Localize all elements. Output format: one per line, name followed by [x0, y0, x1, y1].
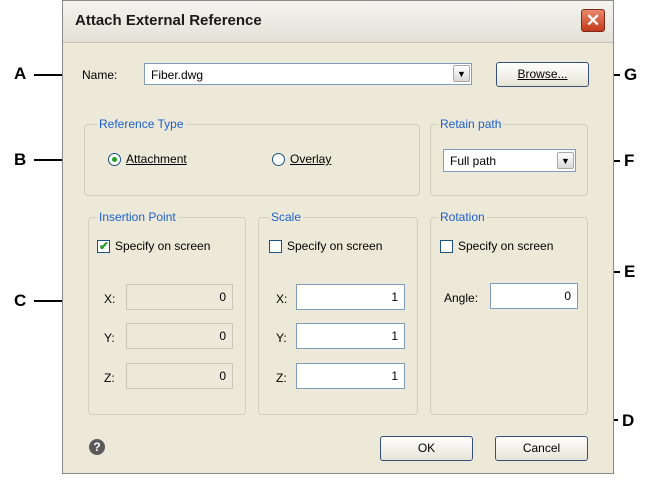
insertion-x-label: X: [104, 292, 116, 306]
callout-e: E [624, 262, 636, 281]
dialog-title: Attach External Reference [75, 12, 262, 29]
name-dropdown-button[interactable]: ▼ [453, 65, 470, 82]
callout-a: A [14, 64, 27, 83]
name-label: Name: [82, 68, 118, 82]
insertion-y-field[interactable]: 0 [126, 323, 233, 349]
browse-label: Browse... [517, 67, 568, 81]
scale-title: Scale [269, 210, 304, 224]
ok-button[interactable]: OK [380, 436, 473, 461]
rotation-title: Rotation [438, 210, 487, 224]
insertion-y-label: Y: [104, 331, 115, 345]
rotation-specify-label[interactable]: Specify on screen [458, 239, 553, 253]
scale-y-field[interactable]: 1 [296, 323, 405, 349]
insertion-y-value: 0 [219, 329, 226, 343]
reference-type-title: Reference Type [97, 117, 186, 131]
overlay-radio[interactable] [272, 153, 285, 166]
callout-f: F [624, 151, 635, 170]
attach-external-reference-dialog: Attach External Reference ✕ Name: Fiber.… [62, 0, 614, 474]
callout-c: C [14, 291, 27, 310]
retain-path-value: Full path [450, 154, 497, 168]
scale-specify-checkbox[interactable] [269, 240, 282, 253]
scale-y-label: Y: [276, 331, 287, 345]
scale-x-field[interactable]: 1 [296, 284, 405, 310]
angle-label: Angle: [444, 291, 479, 305]
retain-path-dropdown-button[interactable]: ▼ [557, 152, 574, 169]
insertion-x-value: 0 [219, 290, 226, 304]
retain-path-select[interactable]: Full path ▼ [443, 149, 576, 172]
chevron-down-icon: ▼ [561, 156, 570, 166]
scale-z-label: Z: [276, 371, 287, 385]
scale-y-value: 1 [391, 329, 398, 343]
help-icon[interactable]: ? [89, 439, 105, 455]
angle-field[interactable]: 0 [490, 283, 578, 309]
insertion-z-field[interactable]: 0 [126, 363, 233, 389]
callout-d: D [622, 411, 635, 430]
scale-specify-label[interactable]: Specify on screen [287, 239, 382, 253]
attachment-label[interactable]: Attachment [126, 152, 187, 166]
chevron-down-icon: ▼ [457, 69, 466, 79]
insertion-z-label: Z: [104, 371, 115, 385]
insertion-z-value: 0 [219, 369, 226, 383]
cancel-label: Cancel [522, 441, 561, 455]
insertion-specify-checkbox[interactable] [97, 239, 110, 253]
overlay-label[interactable]: Overlay [290, 152, 331, 166]
scale-x-label: X: [276, 292, 288, 306]
scale-x-value: 1 [391, 290, 398, 304]
rotation-specify-checkbox[interactable] [440, 240, 453, 253]
angle-value: 0 [564, 289, 571, 303]
dialog-body: Name: Fiber.dwg ▼ Browse... Reference Ty… [64, 44, 612, 473]
close-button[interactable]: ✕ [581, 9, 605, 32]
retain-path-title: Retain path [438, 117, 504, 131]
callout-b: B [14, 150, 27, 169]
ok-label: OK [417, 441, 436, 455]
insertion-x-field[interactable]: 0 [126, 284, 233, 310]
scale-z-value: 1 [391, 369, 398, 383]
browse-button[interactable]: Browse... [496, 62, 589, 87]
name-combobox[interactable]: Fiber.dwg ▼ [144, 63, 472, 85]
title-bar: Attach External Reference ✕ [63, 1, 613, 43]
scale-z-field[interactable]: 1 [296, 363, 405, 389]
name-value: Fiber.dwg [151, 68, 204, 82]
insertion-specify-label[interactable]: Specify on screen [115, 239, 210, 253]
attachment-radio[interactable] [108, 153, 121, 166]
insertion-point-title: Insertion Point [97, 210, 178, 224]
cancel-button[interactable]: Cancel [495, 436, 588, 461]
callout-g: G [624, 65, 638, 84]
